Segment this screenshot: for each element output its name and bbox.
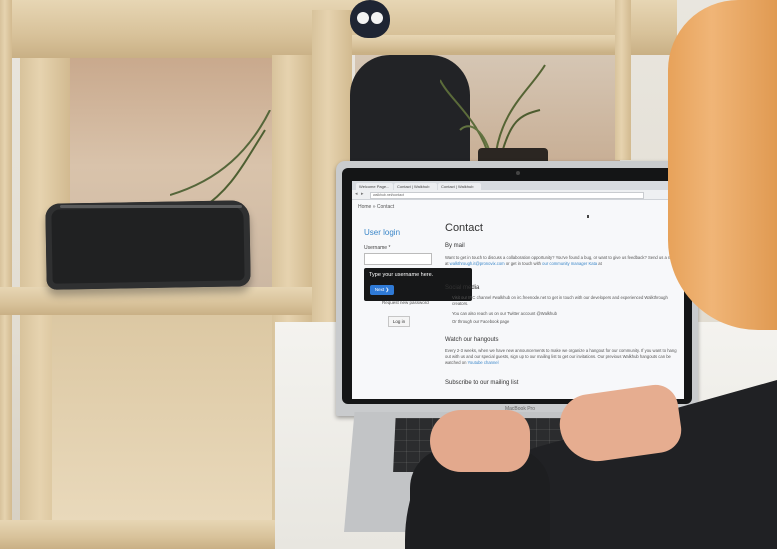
hangouts-paragraph: Every 2-3 weeks, when we have new announ… [445, 348, 677, 365]
breadcrumb[interactable]: Home » Contact [358, 204, 394, 210]
shelf-board-bottom [0, 520, 275, 549]
youtube-link[interactable]: Youtube channel [468, 360, 499, 365]
owl-toy [350, 0, 390, 38]
browser-tab-active[interactable]: Contact | Walkhub [394, 183, 437, 190]
tooltip-text: Type your username here. [369, 272, 434, 278]
list-item: You can also reach us on our Twitter acc… [452, 311, 557, 316]
section-title-social: Social media [445, 285, 480, 291]
shelf-board-right [352, 35, 615, 53]
bag-zipper [60, 205, 242, 208]
address-bar[interactable]: walkhub.net/contact [370, 192, 644, 199]
section-title-mail: By mail [445, 243, 465, 249]
laptop-sleeve-bag [45, 200, 251, 290]
browser-tab-bar: Welcome Page... Contact | Walkhub Contac… [352, 181, 684, 190]
username-input[interactable] [364, 253, 432, 265]
list-item: Or through our Facebook page [452, 319, 510, 324]
section-title-mailing: Subscribe to our mailing list [445, 380, 519, 386]
list-item: Visit our IRC channel #walkhub on irc.fr… [452, 295, 668, 306]
twitter-link[interactable]: @Walkhub [537, 311, 557, 316]
mail-paragraph: Want to get in touch to discuss a collab… [445, 255, 676, 266]
laptop-screen: Welcome Page... Contact | Walkhub Contac… [352, 181, 684, 399]
photo-scene: MacBook Pro Welcome Page... Contact | Wa… [0, 0, 777, 549]
facebook-link[interactable]: our Facebook page [473, 319, 509, 324]
mouse-cursor-icon [587, 215, 589, 218]
username-label: Username * [364, 245, 391, 251]
shelf-board-middle [0, 287, 312, 315]
camera-icon [516, 171, 520, 175]
sidebar-title: User login [364, 228, 401, 237]
left-hand [430, 410, 530, 472]
tooltip-next-button[interactable]: Next ❯ [370, 285, 394, 295]
login-button[interactable]: Log in [388, 316, 410, 327]
back-icon[interactable]: ◂ [355, 192, 358, 197]
shelf-top-left [0, 0, 312, 58]
forward-icon[interactable]: ▸ [361, 192, 364, 197]
page-title: Contact [445, 222, 483, 234]
mail-link[interactable]: walkthrough.it@pronovix.com [450, 261, 505, 266]
person-hair [668, 0, 777, 330]
community-manager-link[interactable]: our community manager Kata [542, 261, 597, 266]
section-title-hangouts: Watch our hangouts [445, 337, 499, 343]
shelf-lower-compartment [52, 315, 272, 520]
shelf-post-right [615, 0, 631, 160]
browser-tab[interactable]: Contact | Walkhub [438, 183, 481, 190]
browser-tab[interactable]: Welcome Page... [356, 183, 393, 190]
shelf-post-left [0, 0, 12, 549]
